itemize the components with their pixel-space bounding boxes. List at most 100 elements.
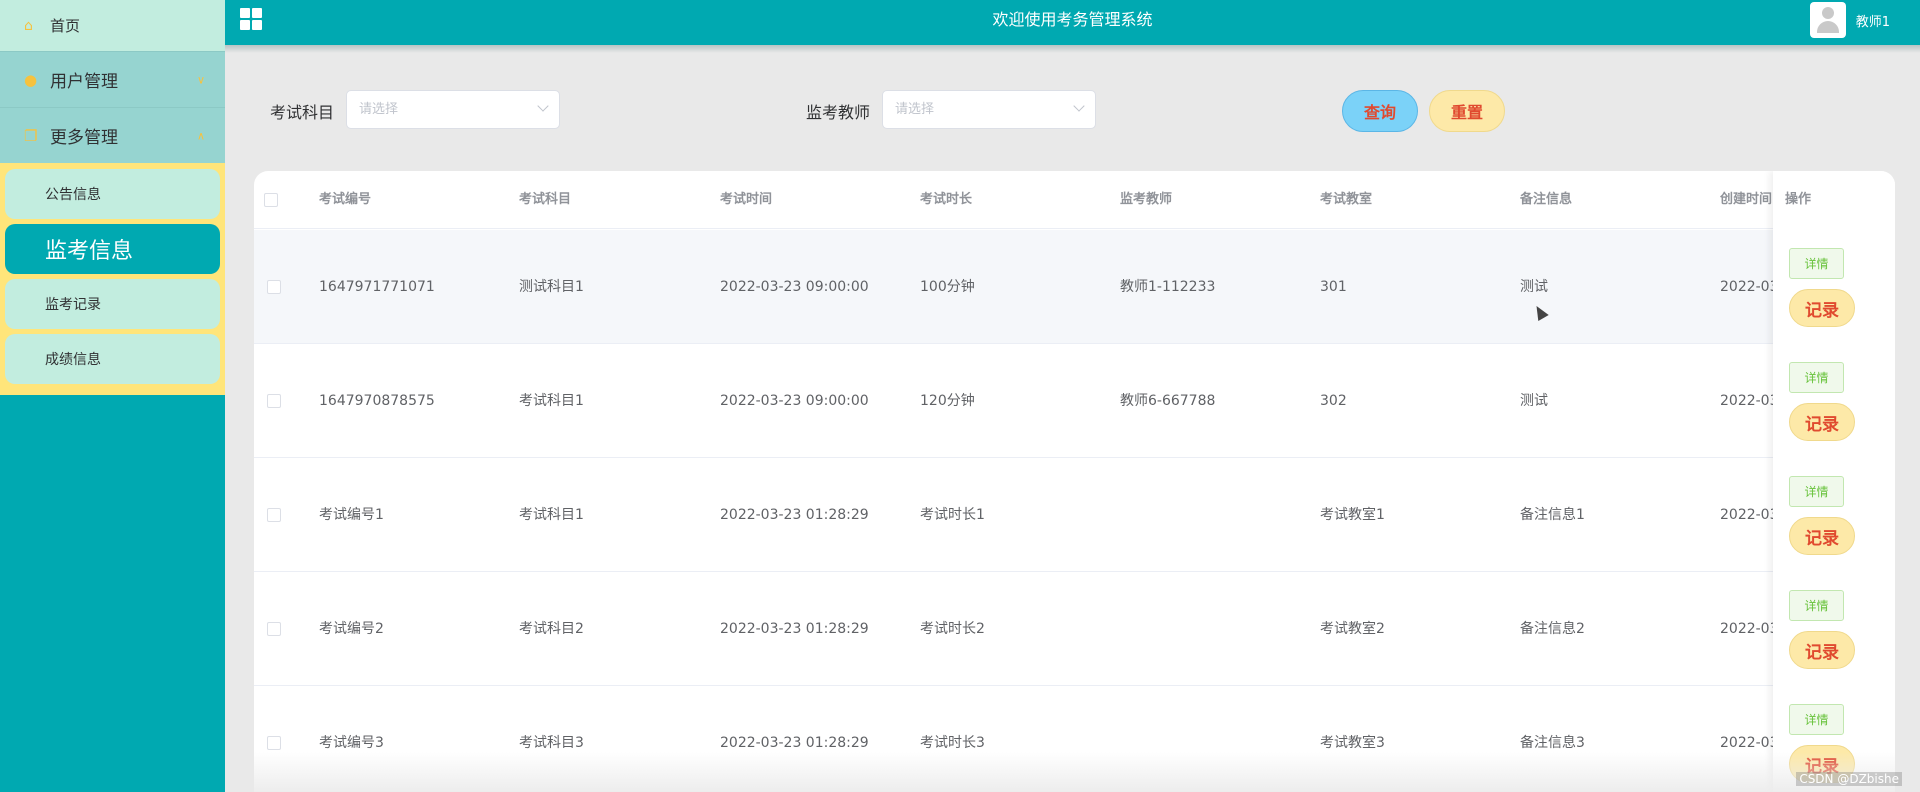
cell-note: 测试 bbox=[1520, 393, 1548, 409]
sidebar-item-announcements[interactable]: 公告信息 bbox=[5, 169, 220, 219]
cell-id: 1647971771071 bbox=[319, 279, 435, 295]
cell-note: 备注信息1 bbox=[1520, 507, 1585, 523]
column-header: 操作 bbox=[1785, 192, 1812, 207]
home-icon: ⌂ bbox=[24, 17, 33, 34]
record-button[interactable]: 记录 bbox=[1789, 517, 1855, 555]
sidebar-item-invigilation-records[interactable]: 监考记录 bbox=[5, 279, 220, 329]
row-checkbox[interactable] bbox=[267, 280, 281, 294]
subject-select-placeholder: 请选择 bbox=[359, 102, 399, 117]
search-bar: 考试科目 请选择 监考教师 请选择 查询 重置 bbox=[225, 88, 1920, 132]
record-button[interactable]: 记录 bbox=[1789, 289, 1855, 327]
column-header[interactable]: 考试时间 bbox=[720, 171, 772, 229]
cell-time: 2022-03-23 01:28:29 bbox=[720, 735, 869, 751]
teacher-select[interactable]: 请选择 bbox=[882, 90, 1096, 129]
cell-subject: 考试科目2 bbox=[519, 621, 584, 637]
cell-created: 2022-03 bbox=[1720, 279, 1779, 295]
column-header[interactable]: 考试教室 bbox=[1320, 171, 1372, 229]
cell-time: 2022-03-23 01:28:29 bbox=[720, 507, 869, 523]
sidebar-item-scores[interactable]: 成绩信息 bbox=[5, 334, 220, 384]
record-button[interactable]: 记录 bbox=[1789, 403, 1855, 441]
watermark: CSDN @DZbishe bbox=[1796, 772, 1902, 786]
sidebar-group-more-management[interactable]: ❐ 更多管理 ∧ bbox=[0, 107, 225, 163]
chevron-up-icon: ∧ bbox=[196, 129, 205, 142]
cell-subject: 测试科目1 bbox=[519, 279, 584, 295]
cell-teacher: 教师6-667788 bbox=[1120, 393, 1216, 409]
cell-room: 考试教室1 bbox=[1320, 507, 1385, 523]
select-all-checkbox[interactable] bbox=[264, 193, 278, 207]
user-icon: ● bbox=[24, 70, 38, 89]
teacher-select-placeholder: 请选择 bbox=[895, 102, 935, 117]
cell-duration: 考试时长3 bbox=[920, 735, 985, 751]
avatar[interactable] bbox=[1809, 2, 1846, 38]
sidebar-group-label: 用户管理 bbox=[50, 72, 118, 92]
cell-time: 2022-03-23 01:28:29 bbox=[720, 621, 869, 637]
page-title: 欢迎使用考务管理系统 bbox=[992, 10, 1153, 29]
sidebar-item-label: 成绩信息 bbox=[45, 352, 101, 368]
table-row[interactable]: 1647970878575 考试科目1 2022-03-23 09:00:00 … bbox=[254, 344, 1895, 458]
chevron-down-icon bbox=[537, 100, 549, 112]
chevron-down-icon: ∨ bbox=[196, 73, 205, 86]
query-button[interactable]: 查询 bbox=[1342, 90, 1418, 132]
cell-id: 1647970878575 bbox=[319, 393, 435, 409]
detail-button[interactable]: 详情 bbox=[1789, 704, 1844, 735]
cell-room: 302 bbox=[1320, 393, 1347, 409]
cell-subject: 考试科目1 bbox=[519, 507, 584, 523]
column-header[interactable]: 监考教师 bbox=[1120, 171, 1172, 229]
column-header[interactable]: 备注信息 bbox=[1520, 171, 1572, 229]
sidebar-group-user-management[interactable]: ● 用户管理 ∨ bbox=[0, 51, 225, 107]
data-table: 考试编号 考试科目 考试时间 考试时长 监考教师 考试教室 备注信息 创建时间 … bbox=[254, 171, 1895, 792]
cell-created: 2022-03 bbox=[1720, 507, 1779, 523]
user-name: 教师1 bbox=[1855, 14, 1890, 30]
table-row[interactable]: 1647971771071 测试科目1 2022-03-23 09:00:00 … bbox=[254, 230, 1895, 344]
teacher-label: 监考教师 bbox=[806, 103, 871, 122]
sidebar-item-invigilation-info[interactable]: 监考信息 bbox=[5, 224, 220, 274]
cell-time: 2022-03-23 09:00:00 bbox=[720, 393, 869, 409]
table-row[interactable]: 考试编号1 考试科目1 2022-03-23 01:28:29 考试时长1 考试… bbox=[254, 458, 1895, 572]
column-header[interactable]: 考试科目 bbox=[519, 171, 571, 229]
cell-teacher: 教师1-112233 bbox=[1120, 279, 1216, 295]
header: 欢迎使用考务管理系统 教师1 bbox=[225, 0, 1920, 45]
table-row[interactable]: 考试编号3 考试科目3 2022-03-23 01:28:29 考试时长3 考试… bbox=[254, 686, 1895, 792]
cell-duration: 考试时长2 bbox=[920, 621, 985, 637]
cell-note: 测试 bbox=[1520, 279, 1548, 295]
sidebar-item-label: 首页 bbox=[50, 17, 81, 35]
detail-button[interactable]: 详情 bbox=[1789, 362, 1844, 393]
subject-select[interactable]: 请选择 bbox=[346, 90, 560, 129]
detail-button[interactable]: 详情 bbox=[1789, 590, 1844, 621]
cell-note: 备注信息2 bbox=[1520, 621, 1585, 637]
subject-label: 考试科目 bbox=[270, 103, 335, 122]
sidebar-item-label: 监考记录 bbox=[45, 297, 101, 313]
cell-id: 考试编号1 bbox=[319, 507, 384, 523]
cell-time: 2022-03-23 09:00:00 bbox=[720, 279, 869, 295]
table-header: 考试编号 考试科目 考试时间 考试时长 监考教师 考试教室 备注信息 创建时间 bbox=[254, 171, 1895, 229]
column-header[interactable]: 创建时间 bbox=[1720, 171, 1772, 229]
cell-room: 考试教室3 bbox=[1320, 735, 1385, 751]
header-shadow bbox=[225, 45, 1920, 53]
cell-created: 2022-03 bbox=[1720, 393, 1779, 409]
sidebar-group-label: 更多管理 bbox=[50, 128, 118, 148]
row-checkbox[interactable] bbox=[267, 508, 281, 522]
row-checkbox[interactable] bbox=[267, 394, 281, 408]
column-header[interactable]: 考试编号 bbox=[319, 171, 371, 229]
reset-button[interactable]: 重置 bbox=[1429, 90, 1505, 132]
operations-column: 操作 详情 记录 详情 记录 详情 记录 详情 记录 详情 记录 bbox=[1773, 171, 1895, 792]
detail-button[interactable]: 详情 bbox=[1789, 476, 1844, 507]
table-row[interactable]: 考试编号2 考试科目2 2022-03-23 01:28:29 考试时长2 考试… bbox=[254, 572, 1895, 686]
row-checkbox[interactable] bbox=[267, 736, 281, 750]
cell-duration: 考试时长1 bbox=[920, 507, 985, 523]
row-checkbox[interactable] bbox=[267, 622, 281, 636]
cell-created: 2022-03 bbox=[1720, 735, 1779, 751]
sidebar-item-home[interactable]: ⌂ 首页 bbox=[0, 0, 225, 51]
column-header[interactable]: 考试时长 bbox=[920, 171, 972, 229]
cell-id: 考试编号2 bbox=[319, 621, 384, 637]
cell-note: 备注信息3 bbox=[1520, 735, 1585, 751]
cell-duration: 100分钟 bbox=[920, 279, 975, 295]
cell-subject: 考试科目3 bbox=[519, 735, 584, 751]
user-placeholder-icon bbox=[1816, 7, 1839, 33]
record-button[interactable]: 记录 bbox=[1789, 631, 1855, 669]
detail-button[interactable]: 详情 bbox=[1789, 248, 1844, 279]
user-menu[interactable]: 教师1 bbox=[1809, 0, 1890, 40]
cell-duration: 120分钟 bbox=[920, 393, 975, 409]
chevron-down-icon bbox=[1073, 100, 1085, 112]
cell-created: 2022-03 bbox=[1720, 621, 1779, 637]
